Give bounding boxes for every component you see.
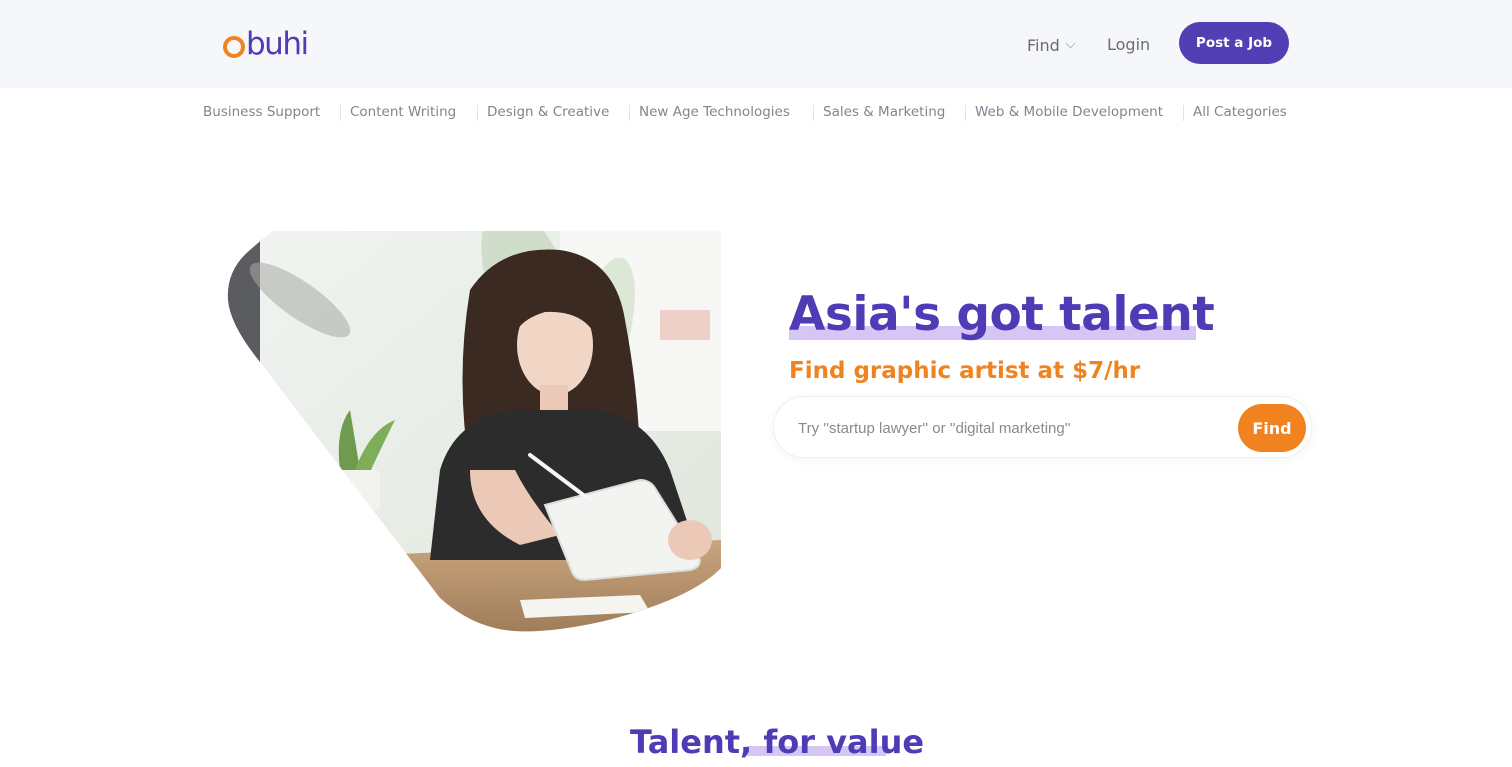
search-input[interactable] [798, 413, 1228, 443]
category-web-mobile-development[interactable]: Web & Mobile Development [975, 100, 1163, 124]
hero-subtitle-rest: graphic artist at $7/hr [853, 358, 1141, 384]
category-divider [340, 105, 341, 121]
logo-mark-icon [223, 36, 245, 58]
section-title-rest: for value [763, 723, 925, 761]
category-business-support[interactable]: Business Support [203, 100, 320, 124]
search-bar: Find [773, 396, 1312, 458]
category-divider [1183, 105, 1184, 121]
nav-find-label: Find [1027, 35, 1060, 55]
section-title: Talent, for value [630, 720, 924, 764]
category-all-categories[interactable]: All Categories [1193, 100, 1287, 124]
category-divider [477, 105, 478, 121]
nav-find-dropdown[interactable]: Find [1027, 33, 1076, 57]
category-bar: Business Support Content Writing Design … [0, 100, 1512, 124]
hero-subtitle: Find graphic artist at $7/hr [789, 355, 1140, 387]
site-header: buhi Find Login Post a Job [0, 0, 1512, 88]
hero-title: Asia's got talent [789, 287, 1215, 342]
logo[interactable]: buhi [223, 26, 309, 62]
hero-subtitle-prefix: Find [789, 358, 846, 384]
post-job-button[interactable]: Post a Job [1179, 22, 1289, 64]
section-title-strong: Talent [630, 723, 741, 761]
nav-login-link[interactable]: Login [1107, 33, 1150, 57]
search-find-button[interactable]: Find [1238, 404, 1306, 452]
category-divider [813, 105, 814, 121]
category-sales-marketing[interactable]: Sales & Marketing [823, 100, 945, 124]
category-content-writing[interactable]: Content Writing [350, 100, 456, 124]
section-title-separator: , [740, 723, 753, 761]
category-design-creative[interactable]: Design & Creative [487, 100, 609, 124]
category-new-age-technologies[interactable]: New Age Technologies [639, 100, 790, 124]
category-divider [629, 105, 630, 121]
logo-text: buhi [246, 26, 309, 62]
category-divider [965, 105, 966, 121]
chevron-down-icon [1065, 38, 1076, 49]
